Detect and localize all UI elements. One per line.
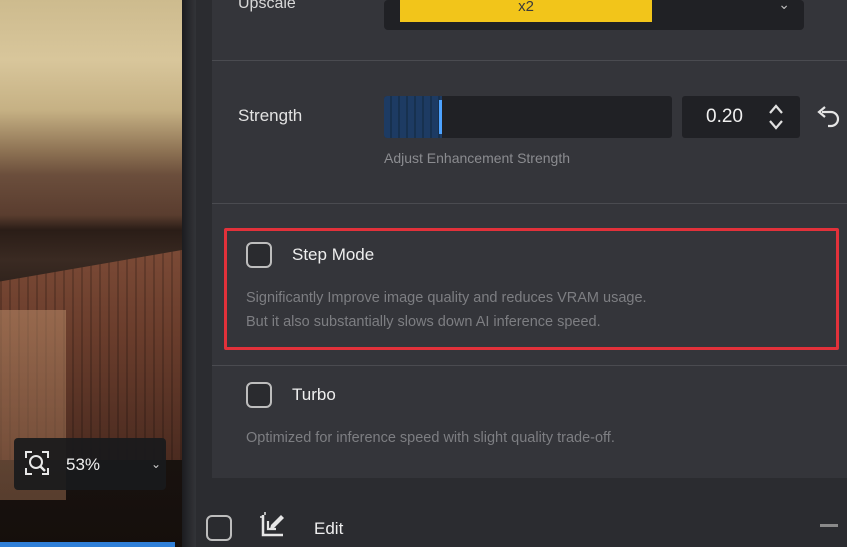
upscale-row: Upscale x2 ⌄ [212,0,847,60]
upscale-label: Upscale [238,0,296,12]
edit-row: Edit [196,478,847,547]
turbo-description: Optimized for inference speed with sligh… [246,430,615,446]
strength-slider-fill [384,96,442,138]
reset-icon[interactable] [815,104,841,130]
zoom-value: 53% [66,455,101,474]
enhancement-settings-panel: Upscale x2 ⌄ Strength 0.20 Adjust Enhanc… [212,0,847,478]
chevron-down-icon[interactable]: ⌄ [151,457,161,471]
edit-checkbox[interactable] [206,515,232,541]
strength-slider-handle[interactable] [439,100,442,134]
strength-value[interactable]: 0.20 [706,106,743,128]
strength-stepper[interactable]: 0.20 [682,96,800,138]
strength-slider[interactable] [384,96,672,138]
turbo-checkbox[interactable] [246,382,272,408]
upscale-value[interactable]: x2 [400,0,652,22]
zoom-icon [25,451,49,475]
chevron-down-icon[interactable]: ⌄ [778,0,790,13]
step-mode-description-line: Significantly Improve image quality and … [246,290,647,306]
stepper-arrows-icon[interactable] [766,99,786,135]
step-mode-title[interactable]: Step Mode [292,245,374,265]
step-mode-checkbox[interactable] [246,242,272,268]
panel-divider[interactable] [182,0,196,547]
strength-label: Strength [238,106,303,125]
image-preview[interactable]: 53% ⌄ [0,0,182,547]
edit-icon [260,512,284,537]
step-mode-description: Significantly Improve image quality and … [246,286,846,334]
collapse-icon[interactable] [820,524,838,527]
step-mode-description-line: But it also substantially slows down AI … [246,314,601,330]
upscale-select[interactable]: x2 ⌄ [384,0,804,30]
section-divider [212,365,847,366]
strength-hint: Adjust Enhancement Strength [384,150,571,166]
edit-label[interactable]: Edit [314,519,343,539]
section-divider [212,203,847,204]
turbo-title[interactable]: Turbo [292,385,336,405]
preview-progress-bar [0,542,175,547]
zoom-control[interactable]: 53% ⌄ [14,438,166,490]
section-divider [212,60,847,61]
